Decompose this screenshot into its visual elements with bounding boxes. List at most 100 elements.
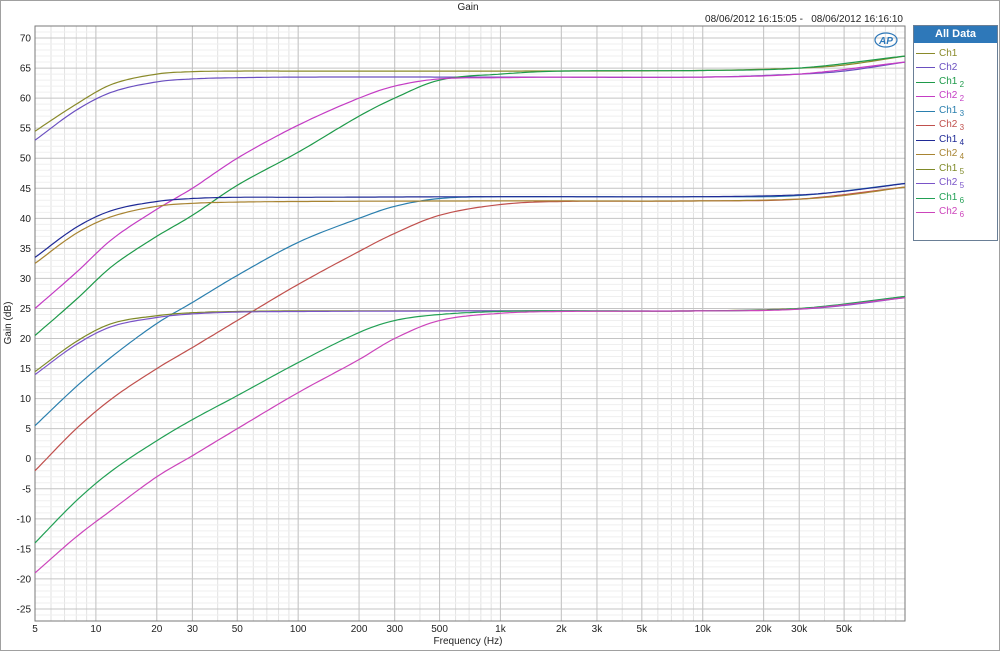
legend-swatch bbox=[916, 212, 935, 214]
legend-swatch bbox=[916, 183, 935, 185]
y-tick-label: 0 bbox=[25, 454, 31, 465]
legend-label: Ch1 6 bbox=[939, 192, 964, 205]
legend-swatch bbox=[916, 197, 935, 199]
series-line-11 bbox=[34, 295, 906, 544]
x-tick-label: 500 bbox=[431, 624, 448, 635]
legend-item[interactable]: Ch2 2 bbox=[914, 90, 997, 105]
y-tick-label: 55 bbox=[20, 124, 32, 135]
y-tick-label: 15 bbox=[20, 364, 32, 375]
legend-swatch bbox=[916, 52, 935, 54]
y-tick-label: 65 bbox=[20, 64, 32, 75]
ap-logo-text: AP bbox=[878, 36, 893, 47]
series-line-4 bbox=[34, 61, 906, 309]
x-tick-label: 10 bbox=[90, 624, 102, 635]
series-line-1 bbox=[34, 55, 906, 132]
legend-series-name: Ch1 bbox=[939, 191, 958, 203]
legend-series-name: Ch1 bbox=[939, 104, 958, 116]
x-tick-label: 50k bbox=[836, 624, 853, 635]
legend-series-index: 2 bbox=[957, 94, 965, 104]
legend-swatch bbox=[916, 81, 935, 83]
legend-series-index: 3 bbox=[957, 123, 965, 133]
legend-swatch bbox=[916, 67, 935, 69]
legend-series-name: Ch1 bbox=[939, 162, 958, 174]
y-tick-label: -25 bbox=[17, 604, 32, 615]
legend-item[interactable]: Ch1 5 bbox=[914, 162, 997, 177]
series-line-8 bbox=[34, 186, 906, 264]
legend-item[interactable]: Ch2 bbox=[914, 61, 997, 76]
legend-series-name: Ch2 bbox=[939, 62, 958, 74]
legend-swatch bbox=[916, 139, 935, 141]
legend-label: Ch2 5 bbox=[939, 177, 964, 190]
y-tick-label: 50 bbox=[20, 154, 32, 165]
y-tick-label: 30 bbox=[20, 274, 32, 285]
legend-item[interactable]: Ch2 6 bbox=[914, 206, 997, 221]
x-tick-label: 20 bbox=[151, 624, 163, 635]
legend-item[interactable]: Ch1 4 bbox=[914, 133, 997, 148]
legend-item[interactable]: Ch2 3 bbox=[914, 119, 997, 134]
legend-series-name: Ch2 bbox=[939, 206, 958, 218]
y-tick-label: 10 bbox=[20, 394, 32, 405]
legend-item[interactable]: Ch2 5 bbox=[914, 177, 997, 192]
y-tick-label: -15 bbox=[17, 544, 32, 555]
capture-timestamp: 08/06/2012 16:15:05 - 08/06/2012 16:16:1… bbox=[705, 14, 903, 25]
x-tick-label: 200 bbox=[351, 624, 368, 635]
x-tick-label: 30k bbox=[791, 624, 808, 635]
legend-label: Ch1 bbox=[939, 48, 957, 59]
y-tick-label: -10 bbox=[17, 514, 32, 525]
ap-logo: AP bbox=[874, 32, 898, 48]
major-grid bbox=[34, 26, 905, 621]
y-tick-label: 40 bbox=[20, 214, 32, 225]
legend-series-name: Ch2 bbox=[939, 177, 958, 189]
plot-area bbox=[34, 25, 906, 622]
legend-label: Ch1 5 bbox=[939, 163, 964, 176]
legend-label: Ch2 3 bbox=[939, 119, 964, 132]
legend-label: Ch2 6 bbox=[939, 206, 964, 219]
legend-swatch bbox=[916, 110, 935, 112]
legend-series-index: 3 bbox=[957, 108, 965, 118]
legend-series-name: Ch2 bbox=[939, 90, 958, 102]
legend-series-name: Ch2 bbox=[939, 119, 958, 131]
legend-series-index: 6 bbox=[957, 210, 965, 220]
legend-item[interactable]: Ch1 6 bbox=[914, 191, 997, 206]
legend-list: Ch1 Ch2 Ch1 2 Ch2 2 Ch1 3 Ch2 3 Ch1 4 Ch2 4 Ch1 … bbox=[914, 43, 997, 220]
minor-grid bbox=[34, 25, 906, 622]
legend-item[interactable]: Ch1 3 bbox=[914, 104, 997, 119]
series-line-5 bbox=[34, 182, 906, 427]
y-tick-label: 45 bbox=[20, 184, 32, 195]
legend-label: Ch1 3 bbox=[939, 105, 964, 118]
x-axis-ticks: 5 10 20 30 50 100 200 300 500 1k 2k 3k 5k 10k 20k 30k 50… bbox=[32, 624, 853, 635]
y-tick-label: -20 bbox=[17, 574, 32, 585]
y-tick-label: 20 bbox=[20, 334, 32, 345]
y-tick-label: 60 bbox=[20, 94, 32, 105]
legend-swatch bbox=[916, 154, 935, 156]
x-tick-label: 100 bbox=[290, 624, 307, 635]
legend-series-index: 4 bbox=[957, 137, 965, 147]
y-axis-label: Gain (dB) bbox=[3, 302, 14, 345]
legend-series-index: 2 bbox=[957, 79, 965, 89]
x-tick-label: 3k bbox=[592, 624, 604, 635]
legend-label: Ch2 bbox=[939, 62, 957, 73]
x-tick-label: 10k bbox=[695, 624, 712, 635]
y-tick-label: 5 bbox=[25, 424, 31, 435]
y-tick-label: -5 bbox=[22, 484, 31, 495]
legend-series-name: Ch1 bbox=[939, 47, 958, 59]
legend-series-name: Ch1 bbox=[939, 75, 958, 87]
x-tick-label: 50 bbox=[232, 624, 244, 635]
gain-chart: 5 10 20 30 50 100 200 300 500 1k 2k 3k 5k 10k 20k 30k 50… bbox=[3, 2, 906, 647]
legend-series-name: Ch1 bbox=[939, 133, 958, 145]
legend-series-index: 4 bbox=[957, 152, 965, 162]
x-tick-label: 5k bbox=[637, 624, 649, 635]
legend-item[interactable]: Ch2 4 bbox=[914, 148, 997, 163]
legend-series-index: 5 bbox=[957, 181, 965, 191]
y-tick-label: 70 bbox=[20, 34, 32, 45]
legend-item[interactable]: Ch1 bbox=[914, 46, 997, 61]
legend-item[interactable]: Ch1 2 bbox=[914, 75, 997, 90]
legend-series-name: Ch2 bbox=[939, 148, 958, 160]
y-tick-label: 25 bbox=[20, 304, 32, 315]
legend-label: Ch1 2 bbox=[939, 76, 964, 89]
x-tick-label: 300 bbox=[386, 624, 403, 635]
x-tick-label: 5 bbox=[32, 624, 38, 635]
legend-title[interactable]: All Data bbox=[914, 26, 997, 43]
x-tick-label: 2k bbox=[556, 624, 568, 635]
legend-label: Ch2 2 bbox=[939, 90, 964, 103]
